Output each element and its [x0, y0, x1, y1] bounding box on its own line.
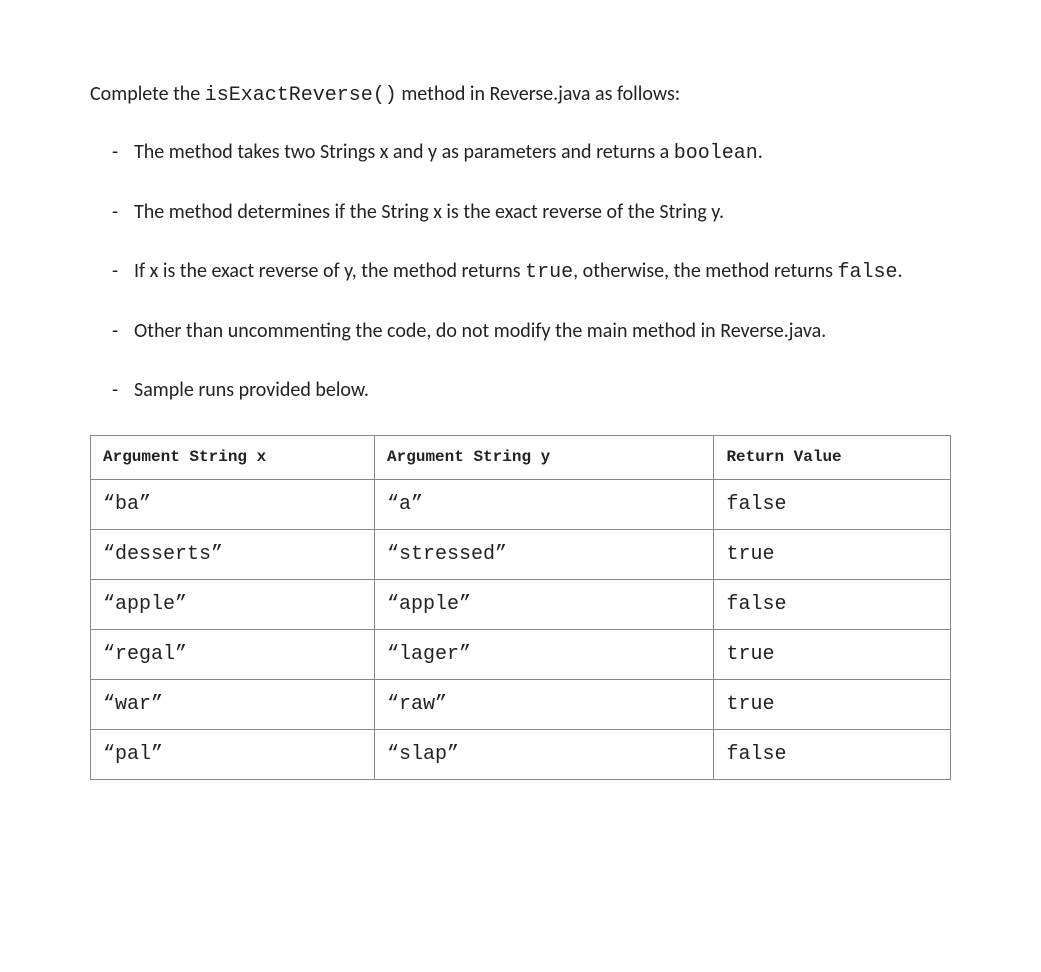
table-cell: “regal” [91, 630, 375, 680]
intro-code: isExactReverse() [205, 84, 397, 107]
bullet-text-run: . [758, 140, 763, 164]
sample-runs-table: Argument String x Argument String y Retu… [90, 435, 951, 780]
bullet-code-run: boolean [674, 142, 758, 165]
bullet-list: The method takes two Strings x and y as … [90, 138, 951, 405]
table-cell: true [714, 530, 951, 580]
table-cell: false [714, 730, 951, 780]
table-row: “desserts”“stressed”true [91, 530, 951, 580]
bullet-text-run: The method takes two Strings x and y as … [134, 140, 674, 164]
bullet-code-run: true [525, 261, 573, 284]
table-cell: “ba” [91, 480, 375, 530]
table-cell: “apple” [91, 580, 375, 630]
table-cell: “raw” [375, 680, 714, 730]
bullet-text-run: Sample runs provided below. [134, 378, 369, 402]
bullet-item: Other than uncommenting the code, do not… [90, 317, 951, 346]
table-cell: “war” [91, 680, 375, 730]
table-row: “ba”“a”false [91, 480, 951, 530]
bullet-text-run: The method determines if the String x is… [134, 200, 724, 224]
table-body: “ba”“a”false“desserts”“stressed”true“app… [91, 480, 951, 780]
table-cell: “apple” [375, 580, 714, 630]
table-header-x: Argument String x [91, 436, 375, 480]
table-cell: false [714, 480, 951, 530]
table-cell: false [714, 580, 951, 630]
table-cell: “stressed” [375, 530, 714, 580]
bullet-item: The method takes two Strings x and y as … [90, 138, 951, 168]
bullet-text-run: Other than uncommenting the code, do not… [134, 319, 826, 343]
intro-post: method in Reverse.java as follows: [397, 82, 680, 106]
table-cell: “slap” [375, 730, 714, 780]
intro-paragraph: Complete the isExactReverse() method in … [90, 80, 951, 110]
bullet-item: If x is the exact reverse of y, the meth… [90, 257, 951, 287]
table-row: “pal”“slap”false [91, 730, 951, 780]
table-cell: true [714, 680, 951, 730]
bullet-item: The method determines if the String x is… [90, 198, 951, 227]
table-cell: “pal” [91, 730, 375, 780]
table-header-return: Return Value [714, 436, 951, 480]
bullet-item: Sample runs provided below. [90, 376, 951, 405]
intro-pre: Complete the [90, 82, 205, 106]
table-row: “regal”“lager”true [91, 630, 951, 680]
table-cell: “desserts” [91, 530, 375, 580]
bullet-text-run: . [898, 259, 903, 283]
bullet-text-run: If x is the exact reverse of y, the meth… [134, 259, 525, 283]
table-row: “apple”“apple”false [91, 580, 951, 630]
table-row: “war”“raw”true [91, 680, 951, 730]
bullet-code-run: false [837, 261, 897, 284]
table-cell: “lager” [375, 630, 714, 680]
table-cell: “a” [375, 480, 714, 530]
table-cell: true [714, 630, 951, 680]
bullet-text-run: , otherwise, the method returns [573, 259, 837, 283]
table-header-row: Argument String x Argument String y Retu… [91, 436, 951, 480]
table-header-y: Argument String y [375, 436, 714, 480]
